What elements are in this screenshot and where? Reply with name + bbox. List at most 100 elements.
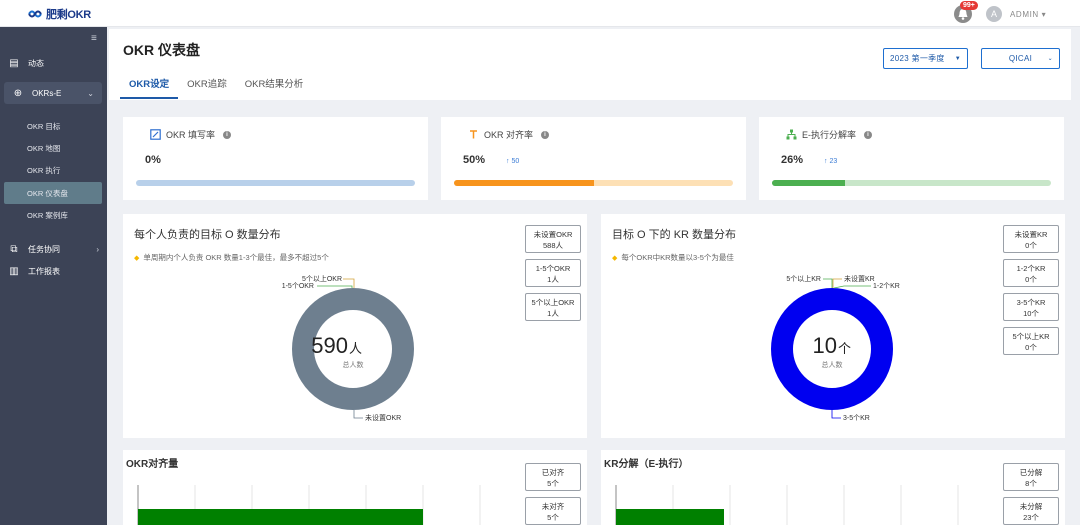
stat-label: OKR 填写率: [166, 130, 216, 140]
report-icon: ▥: [9, 265, 19, 277]
slice-label: 1-5个OKR: [282, 282, 314, 290]
alignment-chart-panel: OKR对齐量 已对齐 5个 未对齐 5个: [123, 450, 587, 525]
slice-leader-line: [833, 285, 871, 289]
sidebar-item-label: 动态: [28, 58, 44, 68]
kr-distribution-panel: 目标 O 下的 KR 数量分布 ◆ 每个OKR中KR数量以3-5个为最佳 5个以…: [601, 214, 1065, 438]
donut-center-caption: 总人数: [822, 360, 843, 369]
org-select[interactable]: QICAI ⌄: [981, 48, 1060, 69]
sidebar-subitem-okr-cases[interactable]: OKR 案例库: [4, 204, 102, 226]
period-select-value: 2023 第一季度: [890, 54, 945, 63]
target-icon: ⊕: [13, 87, 23, 99]
tab-okr-tracking[interactable]: OKR追踪: [178, 74, 236, 99]
sidebar-subitem-okr-goals[interactable]: OKR 目标: [4, 115, 102, 137]
user-menu[interactable]: ADMIN ▾: [1010, 10, 1046, 19]
sidebar-item-feed[interactable]: ▤ 动态: [0, 52, 107, 74]
org-select-value: QICAI: [1008, 54, 1033, 63]
logo-text: 肥剩OKR: [46, 8, 91, 21]
legend-label: 已分解: [1019, 468, 1043, 477]
legend-label: 已对齐: [541, 468, 565, 477]
legend-item[interactable]: 3-5个KR 10个: [1003, 293, 1059, 321]
slice-label: 未设置OKR: [365, 413, 401, 422]
tab-okr-analysis[interactable]: OKR结果分析: [236, 74, 313, 99]
sidebar-subitem-label: OKR 执行: [27, 165, 61, 175]
objectives-distribution-panel: 每个人负责的目标 O 数量分布 ◆ 单周期内个人负责 OKR 数量1-3个最佳，…: [123, 214, 587, 438]
stat-value: 50%: [463, 154, 486, 166]
legend-item[interactable]: 未设置KR 0个: [1003, 225, 1059, 253]
stat-card-fill-rate: OKR 填写率 i 0%: [123, 117, 428, 200]
stat-card-alignment-rate: OKR 对齐率 i 50% ↑ 50: [441, 117, 746, 200]
sidebar-item-label: OKRs-E: [32, 88, 62, 98]
chevron-right-icon: ›: [96, 244, 99, 254]
legend-item[interactable]: 未对齐 5个: [525, 497, 581, 525]
info-icon[interactable]: i: [864, 130, 873, 139]
stat-delta: ↑ 50: [506, 158, 520, 165]
progress-bar: [136, 180, 415, 186]
slice-label: 5个以上KR: [786, 274, 821, 283]
legend-label: 5个以上KR: [1012, 332, 1050, 341]
sidebar-item-reports[interactable]: ▥ 工作报表: [0, 260, 107, 282]
progress-bar-fill: [454, 180, 594, 186]
stat-label: OKR 对齐率: [484, 130, 534, 140]
legend-label: 1-2个KR: [1016, 264, 1046, 273]
decompose-bar-chart: [615, 485, 959, 525]
legend-label: 未设置KR: [1014, 230, 1048, 239]
hierarchy-icon: [786, 129, 797, 140]
sidebar-subitem-label: OKR 地图: [27, 143, 61, 153]
legend-item[interactable]: 1-2个KR 0个: [1003, 259, 1059, 287]
slice-label: 3-5个KR: [843, 414, 870, 422]
slice-leader-line: [831, 410, 841, 419]
legend-value: 1人: [547, 275, 559, 284]
info-icon[interactable]: i: [541, 130, 550, 139]
top-bar: 肥剩OKR 99+ A ADMIN ▾: [0, 0, 1080, 27]
legend-value: 1人: [547, 309, 559, 318]
legend-label: 未设置OKR: [533, 230, 573, 239]
legend-value: 0个: [1025, 275, 1037, 284]
tab-okr-setting[interactable]: OKR设定: [120, 74, 179, 99]
legend-value: 0个: [1025, 241, 1037, 250]
sidebar-item-okrs[interactable]: ⊕ OKRs-E ⌄: [4, 82, 102, 104]
sidebar-item-label: 任务协同: [28, 244, 60, 254]
period-select[interactable]: 2023 第一季度 ▼: [883, 48, 968, 69]
sidebar-subitem-okr-dashboard[interactable]: OKR 仪表盘: [4, 182, 102, 204]
sidebar-subitem-okr-execution[interactable]: OKR 执行: [4, 159, 102, 181]
stat-label: E-执行分解率: [802, 130, 857, 140]
legend-item[interactable]: 已对齐 5个: [525, 463, 581, 491]
logo-mark-icon: [28, 10, 42, 17]
app-logo[interactable]: 肥剩OKR: [28, 6, 91, 21]
sidebar-subitem-okr-map[interactable]: OKR 地图: [4, 137, 102, 159]
legend-label: 3-5个KR: [1016, 298, 1046, 307]
legend-label: 5个以上OKR: [531, 298, 575, 307]
slice-leader-line: [823, 278, 833, 288]
legend-value: 8个: [1025, 479, 1037, 488]
task-icon: ⧉: [10, 243, 18, 255]
notification-badge: 99+: [960, 1, 978, 10]
legend-item[interactable]: 已分解 8个: [1003, 463, 1059, 491]
stat-value: 0%: [145, 154, 161, 166]
legend-item[interactable]: 5个以上OKR 1人: [525, 293, 581, 321]
slice-label: 未设置KR: [844, 274, 875, 283]
progress-bar-fill: [136, 180, 415, 186]
stat-value: 26%: [781, 154, 804, 166]
legend-value: 23个: [1023, 513, 1039, 522]
avatar[interactable]: A: [986, 6, 1002, 22]
donut-center-caption: 总人数: [343, 360, 364, 369]
slice-leader-line: [317, 285, 353, 288]
legend-item[interactable]: 1-5个OKR 1人: [525, 259, 581, 287]
slice-leader-line: [353, 410, 363, 419]
legend-value: 588人: [542, 241, 563, 250]
sidebar-subitem-label: OKR 仪表盘: [27, 188, 68, 198]
legend-item[interactable]: 未分解 23个: [1003, 497, 1059, 525]
info-icon[interactable]: i: [223, 130, 232, 139]
legend-value: 10个: [1023, 309, 1039, 318]
legend-item[interactable]: 未设置OKR 588人: [525, 225, 581, 253]
legend-item[interactable]: 5个以上KR 0个: [1003, 327, 1059, 355]
progress-bar: [772, 180, 1051, 186]
menu-toggle-icon[interactable]: ≡: [91, 33, 97, 44]
tab-bar: OKR设定 OKR追踪 OKR结果分析: [120, 74, 312, 99]
chevron-down-icon: ⌄: [87, 88, 94, 98]
legend-value: 0个: [1025, 343, 1037, 352]
sidebar-subitem-label: OKR 目标: [27, 121, 61, 131]
sidebar-subitem-label: OKR 案例库: [27, 210, 68, 220]
sidebar-item-tasks[interactable]: ⧉ 任务协同 ›: [0, 238, 107, 260]
legend-label: 未对齐: [541, 502, 565, 511]
